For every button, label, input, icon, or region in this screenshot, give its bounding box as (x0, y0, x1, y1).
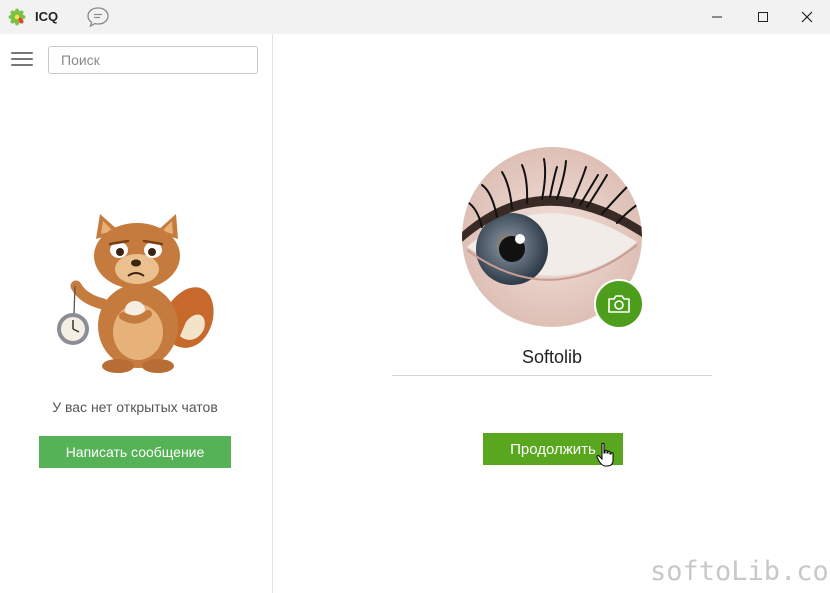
profile-setup-panel: Продолжить (274, 34, 830, 593)
maximize-icon (758, 12, 768, 22)
search-input[interactable] (48, 46, 258, 74)
sad-fox-mascot-illustration (57, 214, 214, 373)
title-bar: ICQ (0, 0, 830, 34)
minimize-icon (712, 16, 722, 18)
icq-flower-icon (8, 8, 26, 26)
empty-chats-text: У вас нет открытых чатов (52, 399, 218, 415)
hamburger-menu-icon[interactable] (11, 52, 33, 68)
app-title: ICQ (35, 9, 59, 24)
minimize-button[interactable] (694, 0, 740, 34)
close-button[interactable] (784, 0, 830, 34)
hand-cursor-icon (596, 442, 614, 467)
close-icon (801, 11, 813, 23)
icq-window: ICQ Поиск У вас нет открытых чатов Напис… (0, 0, 830, 593)
camera-icon (608, 295, 630, 313)
name-field[interactable] (392, 340, 712, 376)
change-photo-button[interactable] (594, 279, 644, 329)
sidebar: У вас нет открытых чатов Написать сообще… (0, 34, 273, 593)
chat-bubble-icon[interactable] (86, 6, 110, 28)
write-message-button[interactable]: Написать сообщение (39, 436, 231, 468)
maximize-button[interactable] (740, 0, 786, 34)
watermark-text: softoLib.com (650, 556, 830, 587)
